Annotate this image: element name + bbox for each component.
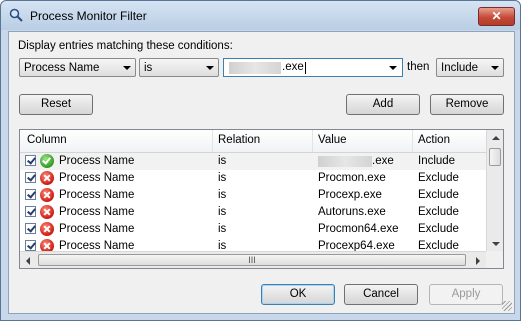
checkbox[interactable]: [25, 206, 36, 217]
scroll-down-icon[interactable]: [492, 242, 500, 246]
cell-relation: is: [218, 155, 227, 167]
vertical-scrollbar[interactable]: [486, 130, 503, 251]
cell-relation: is: [218, 189, 227, 201]
exclude-x-icon: [40, 171, 54, 185]
table-row[interactable]: Process Name is Procexp.exe Exclude: [20, 187, 486, 204]
column-header-action[interactable]: Action: [418, 134, 450, 146]
exclude-x-icon: [40, 222, 54, 236]
close-button[interactable]: ✕: [478, 7, 515, 26]
column-header-value[interactable]: Value: [318, 134, 347, 146]
text-cursor: [305, 62, 306, 74]
chevron-down-icon[interactable]: [389, 66, 397, 70]
include-check-icon: [40, 154, 54, 168]
scroll-thumb[interactable]: [489, 148, 501, 166]
header-divider[interactable]: [412, 130, 413, 152]
cell-action: Exclude: [418, 206, 459, 218]
scroll-right-icon[interactable]: [476, 257, 480, 265]
cell-value: .exe: [372, 155, 394, 167]
chevron-down-icon: [123, 66, 131, 70]
cell-column: Process Name: [59, 206, 135, 218]
add-button[interactable]: Add: [346, 94, 420, 115]
window-title: Process Monitor Filter: [30, 9, 147, 23]
checkbox[interactable]: [25, 155, 36, 166]
conditions-label: Display entries matching these condition…: [18, 40, 233, 52]
dialog-body: Display entries matching these condition…: [8, 31, 515, 314]
title-bar[interactable]: Process Monitor Filter ✕: [1, 1, 520, 30]
checkbox[interactable]: [25, 189, 36, 200]
redacted-text: [229, 62, 281, 74]
column-header-column[interactable]: Column: [27, 134, 67, 146]
cell-column: Process Name: [59, 172, 135, 184]
value-input[interactable]: .exe: [223, 58, 403, 77]
table-row[interactable]: Process Name is Procmon64.exe Exclude: [20, 221, 486, 238]
cell-value: Autoruns.exe: [318, 206, 386, 218]
resize-grip-icon[interactable]: [502, 301, 512, 311]
cell-action: Exclude: [418, 189, 459, 201]
action-dropdown[interactable]: Include: [436, 58, 504, 77]
checkbox[interactable]: [25, 223, 36, 234]
header-divider[interactable]: [312, 130, 313, 152]
relation-dropdown-value: is: [144, 62, 153, 74]
cell-column: Process Name: [59, 155, 135, 167]
magnifier-icon: [9, 8, 23, 22]
cell-value: Procexp.exe: [318, 189, 382, 201]
cell-action: Include: [418, 155, 456, 167]
redacted-text: [318, 156, 372, 167]
scroll-left-icon[interactable]: [26, 257, 30, 265]
header-divider[interactable]: [212, 130, 213, 152]
checkbox[interactable]: [25, 240, 36, 251]
cell-value: Procmon.exe: [318, 172, 386, 184]
cancel-button[interactable]: Cancel: [344, 284, 418, 305]
action-dropdown-value: Include: [441, 62, 479, 74]
list-header: Column Relation Value Action: [20, 130, 486, 153]
cell-column: Process Name: [59, 223, 135, 235]
exclude-x-icon: [40, 188, 54, 202]
cell-action: Exclude: [418, 172, 459, 184]
chevron-down-icon: [491, 66, 499, 70]
scroll-up-icon[interactable]: [492, 136, 500, 140]
column-dropdown-value: Process Name: [24, 62, 100, 74]
table-row[interactable]: Process Name is .exe Include: [20, 153, 486, 170]
relation-dropdown[interactable]: is: [139, 58, 219, 77]
cell-column: Process Name: [59, 189, 135, 201]
cell-relation: is: [218, 172, 227, 184]
cell-relation: is: [218, 223, 227, 235]
checkbox[interactable]: [25, 172, 36, 183]
ok-button[interactable]: OK: [261, 284, 335, 305]
apply-button[interactable]: Apply: [429, 284, 503, 305]
chevron-down-icon: [206, 66, 214, 70]
cell-value: Procmon64.exe: [318, 223, 399, 235]
column-header-relation[interactable]: Relation: [218, 134, 260, 146]
filter-dialog: Process Monitor Filter ✕ Display entries…: [0, 0, 521, 321]
reset-button[interactable]: Reset: [19, 94, 93, 115]
horizontal-scrollbar[interactable]: III: [20, 251, 486, 268]
column-dropdown[interactable]: Process Name: [19, 58, 136, 77]
then-label: then: [407, 61, 430, 73]
exclude-x-icon: [40, 205, 54, 219]
cell-action: Exclude: [418, 223, 459, 235]
table-row[interactable]: Process Name is Procmon.exe Exclude: [20, 170, 486, 187]
remove-button[interactable]: Remove: [430, 94, 504, 115]
scroll-thumb[interactable]: III: [38, 254, 466, 266]
filter-list[interactable]: Column Relation Value Action Process Nam…: [19, 129, 504, 269]
scrollbar-corner: [486, 251, 503, 268]
cell-relation: is: [218, 206, 227, 218]
table-row[interactable]: Process Name is Autoruns.exe Exclude: [20, 204, 486, 221]
value-input-text: .exe: [282, 61, 304, 73]
